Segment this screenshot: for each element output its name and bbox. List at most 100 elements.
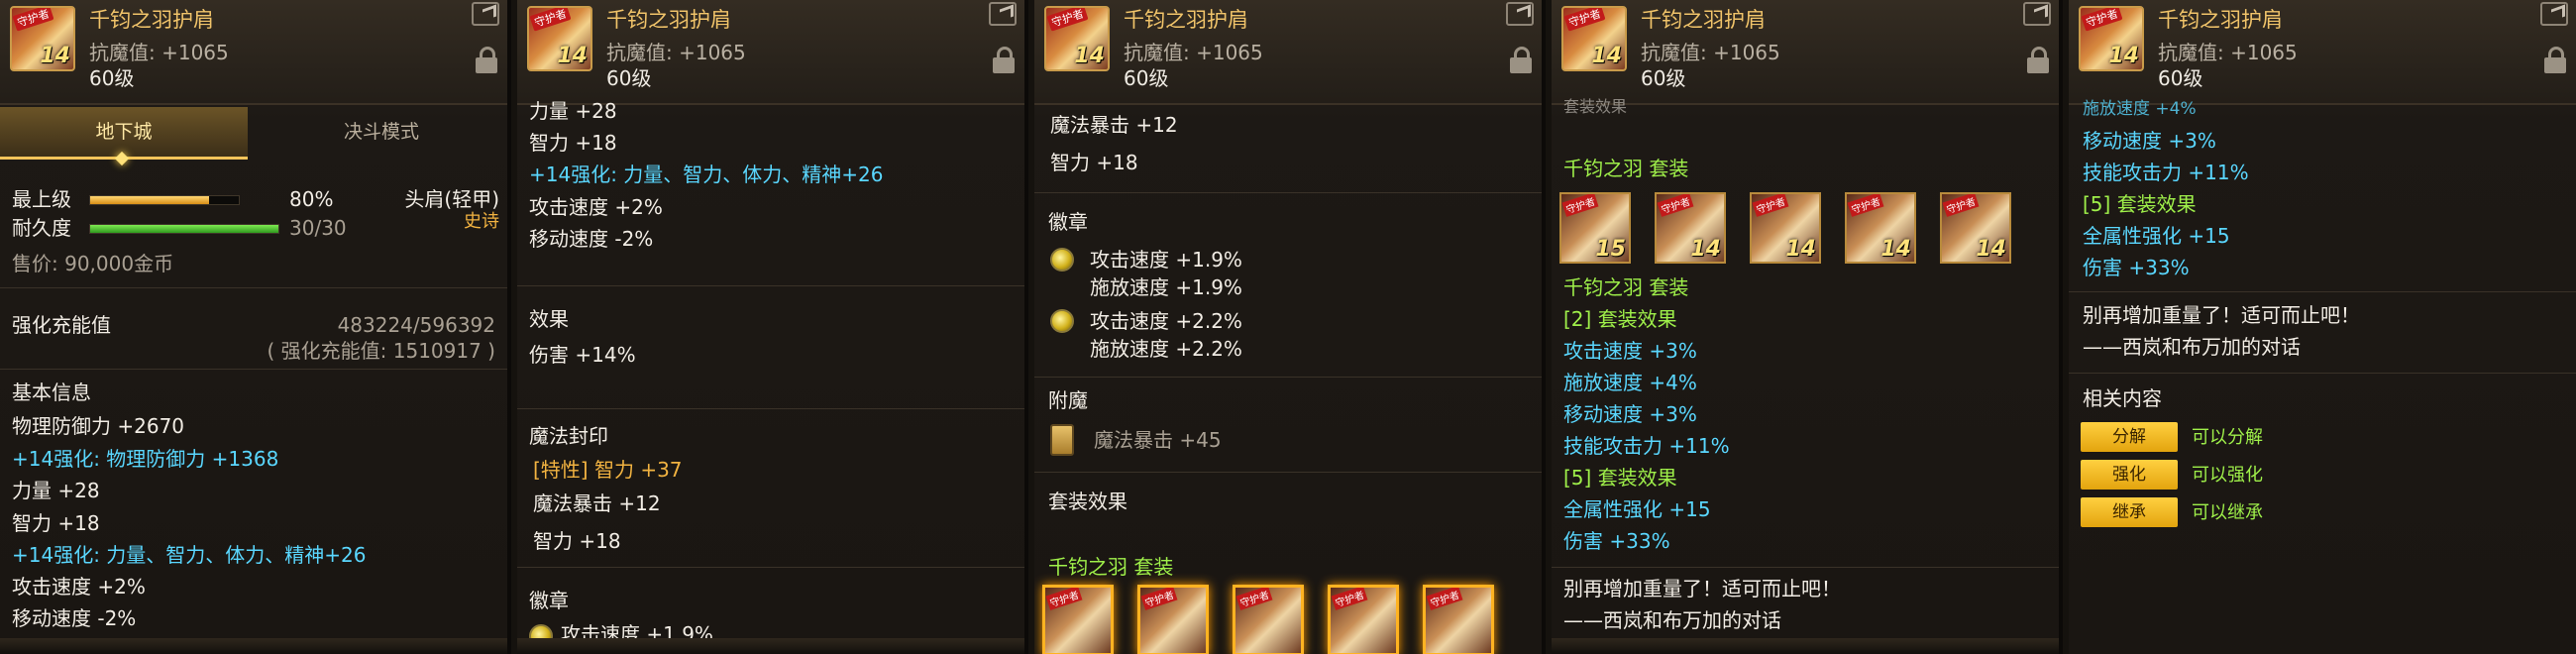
share-icon[interactable]	[1506, 2, 1534, 26]
bottom-strip	[517, 638, 1024, 654]
enchant-title: 附魔	[1048, 388, 1088, 412]
set-piece-icon[interactable]: 守护者	[1233, 585, 1304, 654]
durability-label: 耐久度	[12, 216, 71, 240]
emblem-orb-icon	[1050, 248, 1074, 272]
durability-value: 30/30	[289, 216, 347, 240]
set-piece-icon[interactable]: 守护者 14	[1655, 192, 1726, 264]
divider	[517, 567, 1024, 568]
set-piece-level: 14	[1976, 237, 2006, 262]
set-piece-tag: 守护者	[1942, 194, 1980, 217]
tooltip-panel-2: 守护者 14 千钧之羽护肩 抗魔值: +1065 60级 力量 +28 智力 +…	[517, 0, 1028, 654]
tab-dungeon[interactable]: 地下城	[0, 107, 248, 166]
item-icon-tag: 守护者	[2081, 8, 2123, 32]
durability-bar-fill	[90, 225, 278, 233]
set-piece-icon[interactable]: 守护者	[1137, 585, 1209, 654]
lock-icon[interactable]	[2544, 47, 2566, 73]
lock-icon[interactable]	[476, 47, 497, 73]
item-icon-tag: 守护者	[12, 8, 54, 32]
stat-line: 智力 +18	[529, 131, 617, 155]
set-piece-icon[interactable]: 守护者 15	[1559, 192, 1631, 264]
set-piece-level: 14	[1880, 237, 1911, 262]
set-piece-level: 14	[1690, 237, 1721, 262]
emblem-line: 施放速度 +1.9%	[1090, 275, 1242, 299]
set-line: 技能攻击力 +11%	[1563, 434, 1730, 458]
item-icon-tag: 守护者	[1563, 8, 1606, 32]
related-title: 相关内容	[2083, 386, 2162, 410]
lock-icon[interactable]	[1510, 47, 1532, 73]
seal-title: 魔法封印	[529, 424, 608, 448]
flavor-text: 别再增加重量了！适可而止吧！	[1563, 577, 1841, 600]
set-piece-icon[interactable]: 守护者 14	[1750, 192, 1821, 264]
item-level: 60级	[1641, 66, 1686, 90]
share-icon[interactable]	[989, 2, 1017, 26]
emblem-title: 徽章	[1048, 210, 1088, 234]
set-line: 伤害 +33%	[1563, 529, 1670, 553]
set-piece-icon[interactable]: 守护者	[1042, 585, 1114, 654]
disassemble-button[interactable]: 分解	[2081, 422, 2178, 452]
set-line: [5] 套装效果	[2083, 192, 2197, 216]
set-line: 伤害 +33%	[2083, 256, 2190, 279]
tab-pvp[interactable]: 决斗模式	[258, 107, 505, 157]
seal-line: [特性] 智力 +37	[533, 458, 683, 482]
divider	[517, 408, 1024, 409]
set-line: 全属性强化 +15	[2083, 224, 2230, 248]
share-icon[interactable]	[472, 2, 499, 26]
stat-line: 力量 +28	[529, 99, 617, 123]
set-piece-tag: 守护者	[1045, 588, 1083, 610]
bottom-strip	[0, 638, 507, 654]
mode-tabs: 地下城 决斗模式	[0, 107, 507, 166]
item-name: 千钧之羽护肩	[1124, 8, 1248, 32]
tooltip-panel-1: 守护者 14 千钧之羽护肩 抗魔值: +1065 60级 地下城 决斗模式 最上…	[0, 0, 511, 654]
set-effect-title: 套装效果	[1048, 490, 1127, 513]
effect-title: 效果	[529, 307, 569, 331]
reinforce-note: 可以强化	[2192, 465, 2263, 486]
magic-resist: 抗魔值: +1065	[1641, 41, 1780, 64]
upgrade-pct: 80%	[289, 187, 334, 211]
share-icon[interactable]	[2023, 2, 2051, 26]
set-piece-icon[interactable]: 守护者	[1423, 585, 1494, 654]
set-line: 施放速度 +4%	[2083, 99, 2197, 119]
set-line: [5] 套装效果	[1563, 466, 1677, 490]
set-line: 施放速度 +4%	[1563, 371, 1697, 394]
rarity: 史诗	[464, 211, 499, 232]
set-piece-icon[interactable]: 守护者 14	[1940, 192, 2011, 264]
lock-icon[interactable]	[993, 47, 1015, 73]
divider	[1034, 377, 1542, 378]
item-level: 60级	[1124, 66, 1169, 90]
set-line: 移动速度 +3%	[2083, 129, 2216, 153]
item-level: 60级	[89, 66, 135, 90]
amp-value: 483224/596392	[337, 313, 495, 337]
item-icon: 守护者 14	[527, 6, 592, 71]
lock-icon[interactable]	[2027, 47, 2049, 73]
flavor-text: 别再增加重量了！适可而止吧！	[2083, 303, 2360, 327]
item-header: 守护者 14 千钧之羽护肩 抗魔值: +1065 60级	[2069, 0, 2576, 105]
effect-line: 伤害 +14%	[529, 343, 636, 367]
durability-bar	[89, 224, 279, 234]
divider	[0, 287, 507, 288]
seal-line: 魔法暴击 +12	[1050, 113, 1178, 137]
flavor-text: ——西岚和布万加的对话	[1563, 608, 1781, 632]
magic-resist: 抗魔值: +1065	[1124, 41, 1263, 64]
divider	[1034, 192, 1542, 193]
set-piece-icon[interactable]: 守护者	[1328, 585, 1399, 654]
item-icon: 守护者 14	[10, 6, 75, 71]
set-piece-tag: 守护者	[1235, 588, 1273, 610]
amp-label: 强化充能值	[12, 313, 111, 337]
seal-line: 智力 +18	[1050, 151, 1138, 174]
set-piece-tag: 守护者	[1561, 194, 1599, 217]
set-piece-tag: 守护者	[1331, 588, 1368, 610]
tooltip-strip: 守护者 14 千钧之羽护肩 抗魔值: +1065 60级 地下城 决斗模式 最上…	[0, 0, 2576, 654]
set-line: 全属性强化 +15	[1563, 497, 1711, 521]
item-icon-level: 14	[557, 44, 588, 68]
share-icon[interactable]	[2540, 2, 2568, 26]
set-piece-icon[interactable]: 守护者 14	[1845, 192, 1916, 264]
stat-line: +14强化: 力量、智力、体力、精神+26	[529, 163, 884, 186]
stat-line: 攻击速度 +2%	[529, 195, 663, 219]
reinforce-button[interactable]: 强化	[2081, 460, 2178, 490]
set-piece-level: 14	[1785, 237, 1816, 262]
set-line: 技能攻击力 +11%	[2083, 161, 2249, 184]
active-tab-indicator	[114, 151, 130, 166]
inherit-button[interactable]: 继承	[2081, 497, 2178, 527]
item-icon: 守护者 14	[2079, 6, 2144, 71]
item-icon-level: 14	[40, 44, 70, 68]
